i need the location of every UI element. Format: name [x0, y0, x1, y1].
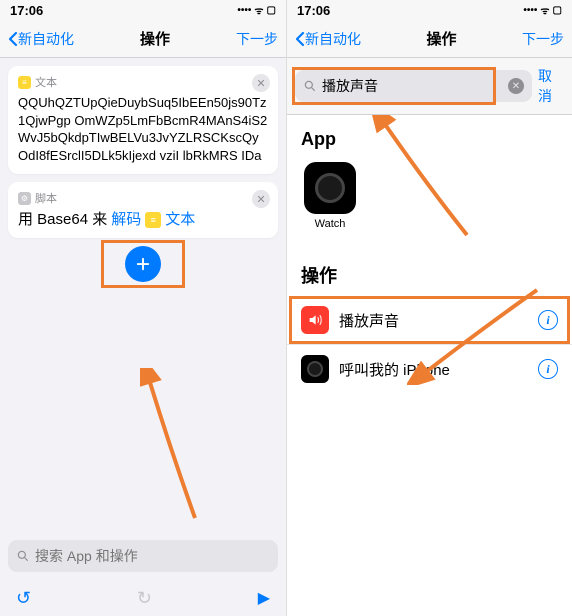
op-label: 播放声音 [339, 310, 528, 331]
script-prefix: 用 Base64 来 [18, 210, 107, 230]
app-watch[interactable]: Watch [301, 162, 359, 230]
op-label: 呼叫我的 iPhone [339, 359, 528, 380]
bottom-search-bar [0, 532, 286, 580]
search-input[interactable] [35, 548, 270, 564]
info-icon[interactable]: i [538, 310, 558, 330]
add-action-button[interactable] [125, 246, 161, 282]
text-chip-icon: ≡ [145, 212, 161, 228]
ops-list: 播放声音 i 呼叫我的 iPhone i [287, 296, 572, 393]
cancel-button[interactable]: 取消 [538, 66, 564, 106]
text-card-header-label: 文本 [35, 74, 57, 90]
nav-bar: 新自动化 操作 下一步 [0, 20, 286, 58]
text-icon: ≡ [18, 76, 31, 89]
plus-icon [134, 255, 152, 273]
play-button[interactable]: ▶ [258, 588, 270, 608]
script-action-link[interactable]: 解码 [111, 210, 141, 230]
text-card-body: QQUhQZTUpQieDuybSuq5IbEEn50js90Tz1QjwPgp… [18, 94, 268, 166]
sound-icon [301, 306, 329, 334]
status-bar: 17:06 ••••ᯤ▢ [0, 0, 286, 20]
blank-area [287, 393, 572, 616]
phone-right: 17:06 ••••ᯤ▢ 新自动化 操作 下一步 ✕ 取消 App Watch [286, 0, 572, 616]
op-ping-iphone[interactable]: 呼叫我的 iPhone i [287, 344, 572, 393]
back-button[interactable]: 新自动化 [295, 29, 361, 49]
status-bar: 17:06 ••••ᯤ▢ [287, 0, 572, 20]
ops-section-title: 操作 [287, 244, 572, 296]
info-icon[interactable]: i [538, 359, 558, 379]
app-section-title: App [287, 115, 572, 158]
nav-bar: 新自动化 操作 下一步 [287, 20, 572, 58]
text-card-header: ≡ 文本 [18, 74, 268, 90]
search-icon [16, 549, 30, 563]
next-button[interactable]: 下一步 [522, 29, 564, 49]
back-button[interactable]: 新自动化 [8, 29, 74, 49]
app-row: Watch [287, 158, 572, 244]
script-card-header: ⚙ 脚本 [18, 190, 268, 206]
next-button[interactable]: 下一步 [236, 29, 278, 49]
back-label: 新自动化 [305, 29, 361, 49]
redo-button: ↻ [137, 588, 152, 609]
back-label: 新自动化 [18, 29, 74, 49]
script-icon: ⚙ [18, 192, 31, 205]
search-input[interactable] [322, 78, 503, 94]
search-icon [303, 79, 317, 93]
search-apps-actions[interactable] [8, 540, 278, 572]
content-left: ≡ 文本 ✕ QQUhQZTUpQieDuybSuq5IbEEn50js90Tz… [0, 58, 286, 532]
nav-title: 操作 [426, 28, 456, 49]
content-right: App Watch 操作 播放声音 i 呼叫我的 iPhone i [287, 115, 572, 616]
search-row: ✕ 取消 [287, 58, 572, 115]
script-card-header-label: 脚本 [35, 190, 57, 206]
text-card[interactable]: ≡ 文本 ✕ QQUhQZTUpQieDuybSuq5IbEEn50js90Tz… [8, 66, 278, 174]
status-icons: ••••ᯤ▢ [237, 3, 276, 17]
search-field[interactable]: ✕ [295, 70, 532, 102]
close-icon[interactable]: ✕ [252, 190, 270, 208]
status-time: 17:06 [297, 3, 330, 18]
phone-left: 17:06 ••••ᯤ▢ 新自动化 操作 下一步 ≡ 文本 ✕ QQUhQZTU… [0, 0, 286, 616]
script-chip-label[interactable]: 文本 [165, 210, 195, 230]
script-card-body: 用 Base64 来 解码 ≡ 文本 [18, 210, 268, 230]
watch-icon [304, 162, 356, 214]
status-icons: ••••ᯤ▢ [523, 3, 562, 17]
toolbar: ↺ ↻ ▶ [0, 580, 286, 616]
status-time: 17:06 [10, 3, 43, 18]
op-play-sound[interactable]: 播放声音 i [287, 296, 572, 344]
arrow-to-add [140, 368, 220, 528]
script-card[interactable]: ⚙ 脚本 ✕ 用 Base64 来 解码 ≡ 文本 [8, 182, 278, 238]
close-icon[interactable]: ✕ [252, 74, 270, 92]
app-watch-label: Watch [315, 218, 346, 230]
undo-button[interactable]: ↺ [16, 588, 31, 609]
clear-icon[interactable]: ✕ [508, 78, 524, 94]
nav-title: 操作 [140, 28, 170, 49]
watch-small-icon [301, 355, 329, 383]
